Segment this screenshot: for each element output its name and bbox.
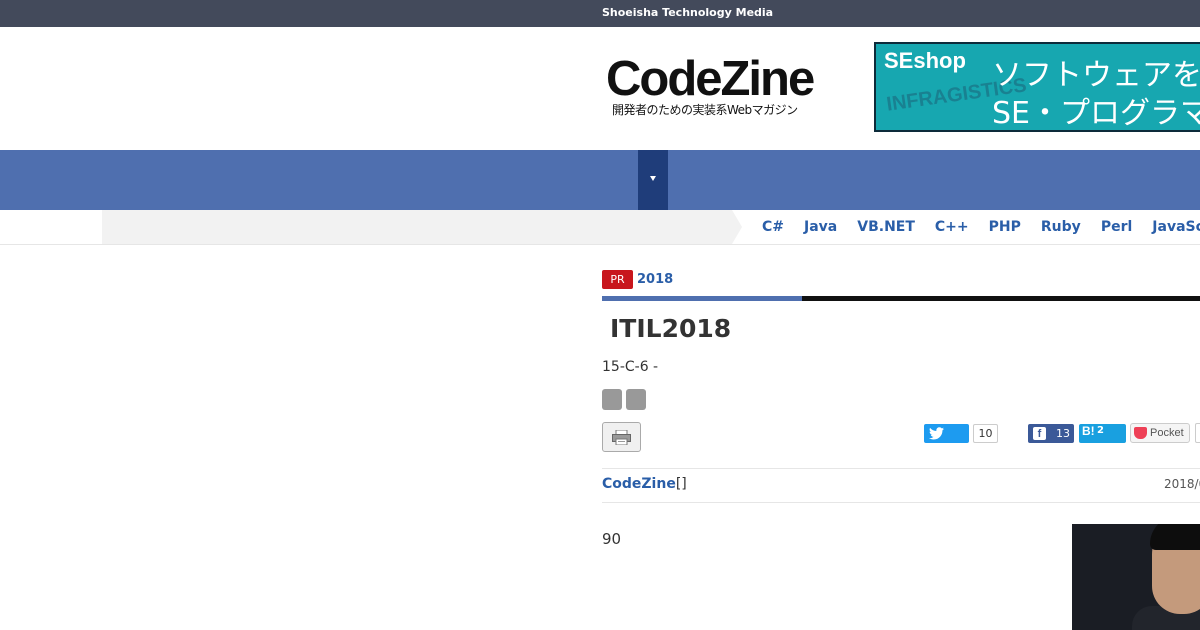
title-divider-accent <box>602 296 802 301</box>
author-link[interactable]: CodeZine <box>602 476 676 492</box>
print-button[interactable] <box>602 422 641 452</box>
lang-link-php[interactable]: PHP <box>989 219 1021 235</box>
article-photo <box>1072 524 1200 630</box>
author-divider-top <box>602 468 1200 469</box>
year-link[interactable]: 2018 <box>637 272 673 287</box>
breadcrumb <box>102 210 732 244</box>
pocket-label: Pocket <box>1150 427 1184 439</box>
author-divider-bottom <box>602 502 1200 503</box>
network-label[interactable]: Shoeisha Technology Media <box>602 6 773 19</box>
ad-banner[interactable]: INFRAGISTICS SEshop ソフトウェアを SE・プログラマ <box>874 42 1200 132</box>
language-links: C# Java VB.NET C++ PHP Ruby Perl JavaSc <box>762 219 1200 235</box>
tag-chip[interactable] <box>626 389 646 410</box>
site-logo[interactable]: CodeZine 開発者のための実装系Webマガジン <box>606 52 836 118</box>
site-header: CodeZine 開発者のための実装系Webマガジン INFRAGISTICS … <box>0 27 1200 150</box>
language-bar: C# Java VB.NET C++ PHP Ruby Perl JavaSc <box>0 210 1200 245</box>
facebook-share-button[interactable]: f 13 <box>1028 424 1074 443</box>
pocket-save-button[interactable]: Pocket <box>1130 423 1190 443</box>
article-subtitle: 15-C-6 - <box>602 359 659 375</box>
lang-link-ruby[interactable]: Ruby <box>1041 219 1081 235</box>
banner-line-2: SE・プログラマ <box>992 96 1200 131</box>
lang-link-perl[interactable]: Perl <box>1101 219 1132 235</box>
logo-wordmark: CodeZine <box>606 52 815 106</box>
byline: CodeZine[] <box>602 476 687 492</box>
facebook-share-count: 13 <box>1056 427 1070 440</box>
facebook-icon: f <box>1033 427 1046 440</box>
nav-dropdown-button[interactable] <box>638 150 668 210</box>
hatena-bookmark-count: 2 <box>1097 425 1104 436</box>
pr-badge: PR <box>602 270 633 289</box>
printer-icon <box>612 430 631 445</box>
lang-link-csharp[interactable]: C# <box>762 219 784 235</box>
lang-link-cpp[interactable]: C++ <box>935 219 969 235</box>
pocket-count <box>1195 423 1200 443</box>
banner-brand: SEshop <box>884 48 966 73</box>
main-nav <box>0 150 1200 210</box>
photo-speaker-hair <box>1150 524 1200 550</box>
caret-down-icon <box>650 176 656 181</box>
hatena-bookmark-button[interactable]: B! 2 <box>1079 424 1126 443</box>
lang-link-vbnet[interactable]: VB.NET <box>857 219 915 235</box>
publish-date: 2018/0 <box>1164 477 1200 491</box>
twitter-share-button[interactable] <box>924 424 969 443</box>
tag-chip[interactable] <box>602 389 622 410</box>
twitter-share-count: 10 <box>973 424 998 443</box>
article-body-text: 90 <box>602 530 622 548</box>
lang-link-javascript[interactable]: JavaSc <box>1152 219 1200 235</box>
breadcrumb-arrow <box>732 210 742 244</box>
hatena-bookmark-icon: B! <box>1082 424 1095 438</box>
article-title: ITIL2018 <box>610 314 732 343</box>
pocket-icon <box>1134 427 1147 439</box>
title-divider <box>802 296 1200 301</box>
twitter-icon <box>929 427 944 440</box>
top-network-bar: Shoeisha Technology Media <box>0 0 1200 27</box>
author-suffix: [] <box>675 476 687 492</box>
lang-link-java[interactable]: Java <box>804 219 837 235</box>
